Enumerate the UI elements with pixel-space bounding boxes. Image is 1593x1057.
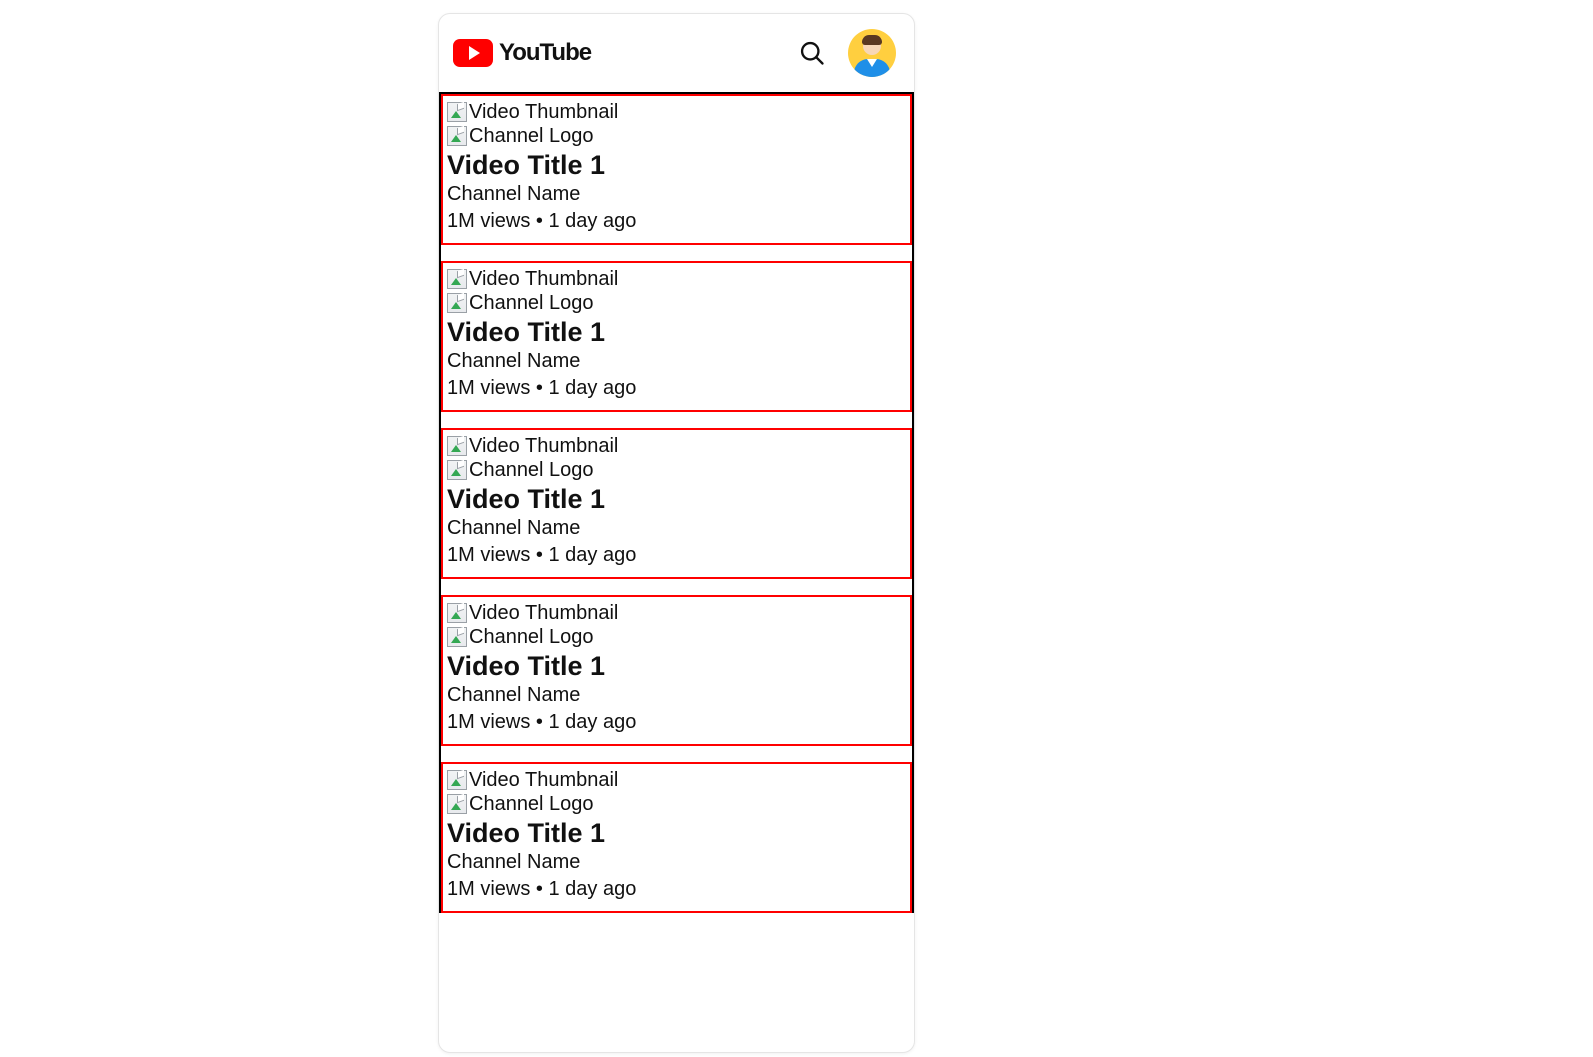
video-card[interactable]: Video Thumbnail Channel Logo Video Title… xyxy=(441,261,912,412)
search-icon[interactable] xyxy=(798,39,826,67)
channel-logo[interactable]: Channel Logo xyxy=(447,124,906,148)
video-meta: 1M views • 1 day ago xyxy=(447,876,906,903)
youtube-wordmark: YouTube xyxy=(499,39,591,67)
video-title[interactable]: Video Title 1 xyxy=(447,317,906,348)
video-meta: 1M views • 1 day ago xyxy=(447,709,906,736)
video-thumbnail[interactable]: Video Thumbnail xyxy=(447,267,906,291)
broken-image-icon xyxy=(447,126,467,146)
broken-image-icon xyxy=(447,293,467,313)
video-meta: 1M views • 1 day ago xyxy=(447,375,906,402)
video-list: Video Thumbnail Channel Logo Video Title… xyxy=(439,92,914,913)
broken-image-icon xyxy=(447,770,467,790)
video-title[interactable]: Video Title 1 xyxy=(447,651,906,682)
video-title[interactable]: Video Title 1 xyxy=(447,818,906,849)
broken-image-icon xyxy=(447,269,467,289)
youtube-play-icon xyxy=(453,39,493,67)
user-avatar[interactable] xyxy=(848,29,896,77)
video-thumbnail[interactable]: Video Thumbnail xyxy=(447,100,906,124)
video-card[interactable]: Video Thumbnail Channel Logo Video Title… xyxy=(441,762,912,913)
video-meta: 1M views • 1 day ago xyxy=(447,208,906,235)
video-thumbnail[interactable]: Video Thumbnail xyxy=(447,768,906,792)
channel-name[interactable]: Channel Name xyxy=(447,682,906,709)
channel-logo-alt-text: Channel Logo xyxy=(469,792,594,816)
broken-image-icon xyxy=(447,102,467,122)
thumbnail-alt-text: Video Thumbnail xyxy=(469,434,618,458)
broken-image-icon xyxy=(447,460,467,480)
video-title[interactable]: Video Title 1 xyxy=(447,484,906,515)
youtube-logo[interactable]: YouTube xyxy=(453,39,591,67)
thumbnail-alt-text: Video Thumbnail xyxy=(469,267,618,291)
device-frame: YouTube Video Thumbnail xyxy=(438,13,915,1053)
channel-logo[interactable]: Channel Logo xyxy=(447,458,906,482)
video-thumbnail[interactable]: Video Thumbnail xyxy=(447,601,906,625)
video-meta: 1M views • 1 day ago xyxy=(447,542,906,569)
header-actions xyxy=(798,29,896,77)
channel-logo[interactable]: Channel Logo xyxy=(447,792,906,816)
video-card[interactable]: Video Thumbnail Channel Logo Video Title… xyxy=(441,94,912,245)
video-card[interactable]: Video Thumbnail Channel Logo Video Title… xyxy=(441,595,912,746)
broken-image-icon xyxy=(447,603,467,623)
channel-name[interactable]: Channel Name xyxy=(447,181,906,208)
channel-name[interactable]: Channel Name xyxy=(447,348,906,375)
broken-image-icon xyxy=(447,627,467,647)
broken-image-icon xyxy=(447,436,467,456)
channel-logo-alt-text: Channel Logo xyxy=(469,291,594,315)
video-thumbnail[interactable]: Video Thumbnail xyxy=(447,434,906,458)
app-header: YouTube xyxy=(439,14,914,92)
thumbnail-alt-text: Video Thumbnail xyxy=(469,768,618,792)
broken-image-icon xyxy=(447,794,467,814)
video-title[interactable]: Video Title 1 xyxy=(447,150,906,181)
channel-name[interactable]: Channel Name xyxy=(447,849,906,876)
channel-logo-alt-text: Channel Logo xyxy=(469,458,594,482)
channel-name[interactable]: Channel Name xyxy=(447,515,906,542)
channel-logo-alt-text: Channel Logo xyxy=(469,625,594,649)
channel-logo-alt-text: Channel Logo xyxy=(469,124,594,148)
video-card[interactable]: Video Thumbnail Channel Logo Video Title… xyxy=(441,428,912,579)
thumbnail-alt-text: Video Thumbnail xyxy=(469,100,618,124)
thumbnail-alt-text: Video Thumbnail xyxy=(469,601,618,625)
channel-logo[interactable]: Channel Logo xyxy=(447,625,906,649)
channel-logo[interactable]: Channel Logo xyxy=(447,291,906,315)
